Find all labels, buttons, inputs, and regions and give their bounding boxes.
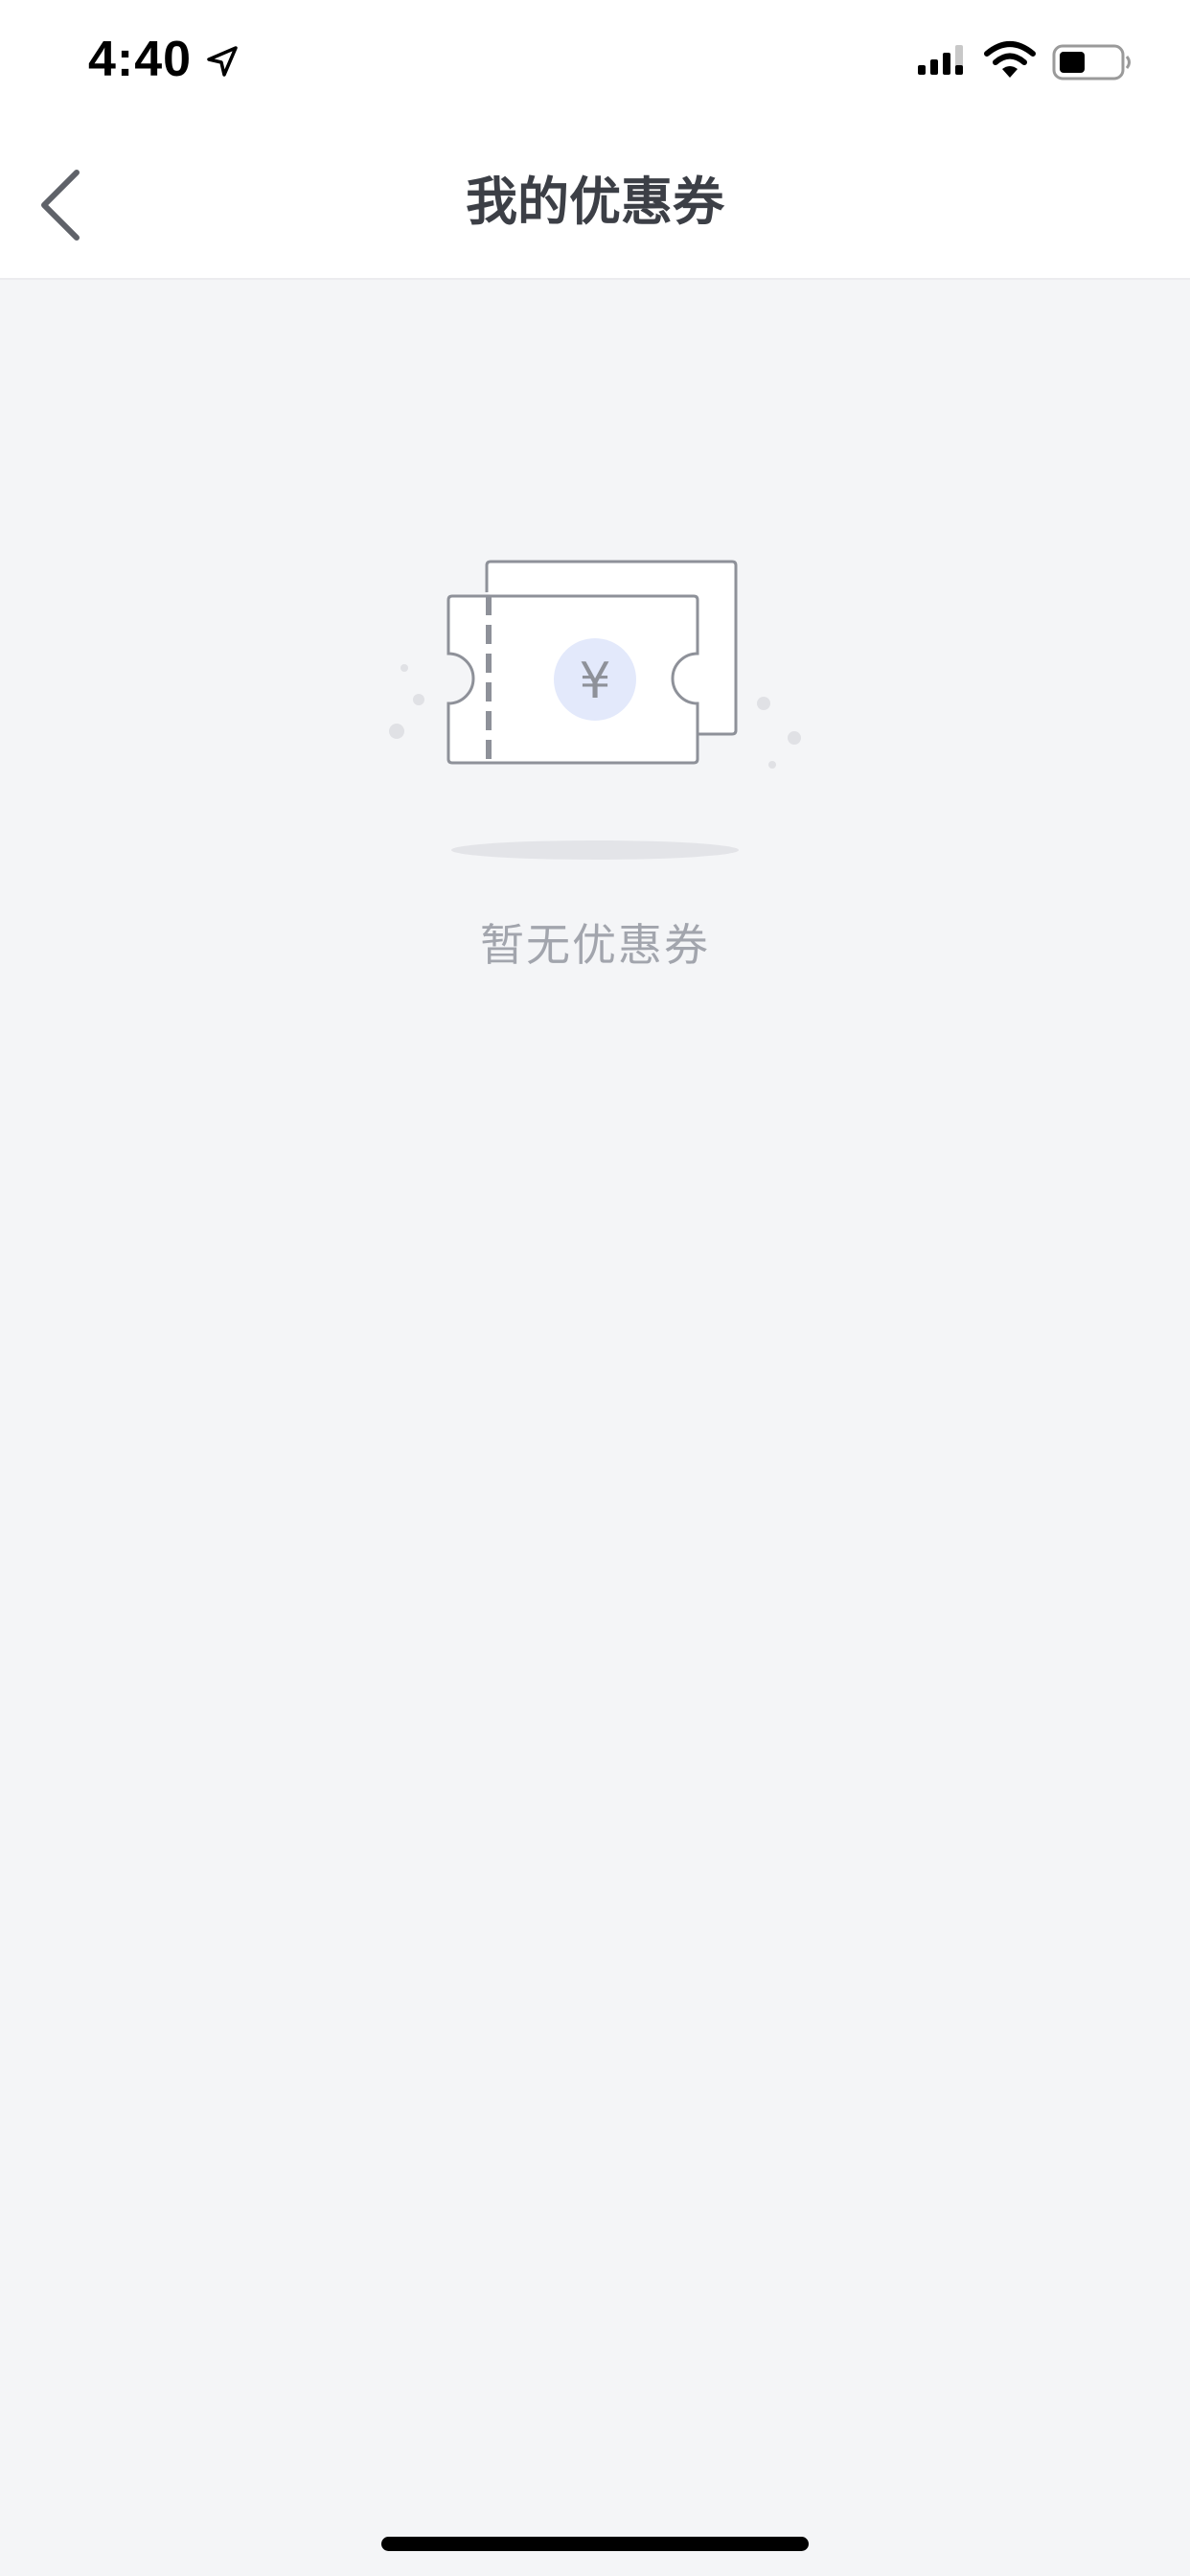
wifi-icon	[984, 41, 1036, 78]
battery-icon	[1052, 44, 1131, 80]
location-arrow-icon	[207, 46, 238, 77]
back-button[interactable]	[29, 163, 105, 243]
status-bar: 4:40	[0, 0, 1190, 126]
coupon-ticket-icon: ¥	[389, 560, 801, 860]
cellular-signal-icon	[918, 45, 963, 75]
status-time: 4:40	[88, 32, 193, 87]
chevron-left-icon	[41, 170, 80, 241]
page-title: 我的优惠券	[466, 172, 724, 232]
home-indicator[interactable]	[381, 2537, 809, 2551]
currency-symbol: ¥	[579, 653, 610, 710]
empty-state-message: 暂无优惠券	[480, 919, 710, 971]
navigation-bar: 我的优惠券	[0, 126, 1190, 280]
empty-state-illustration: ¥	[374, 546, 814, 872]
